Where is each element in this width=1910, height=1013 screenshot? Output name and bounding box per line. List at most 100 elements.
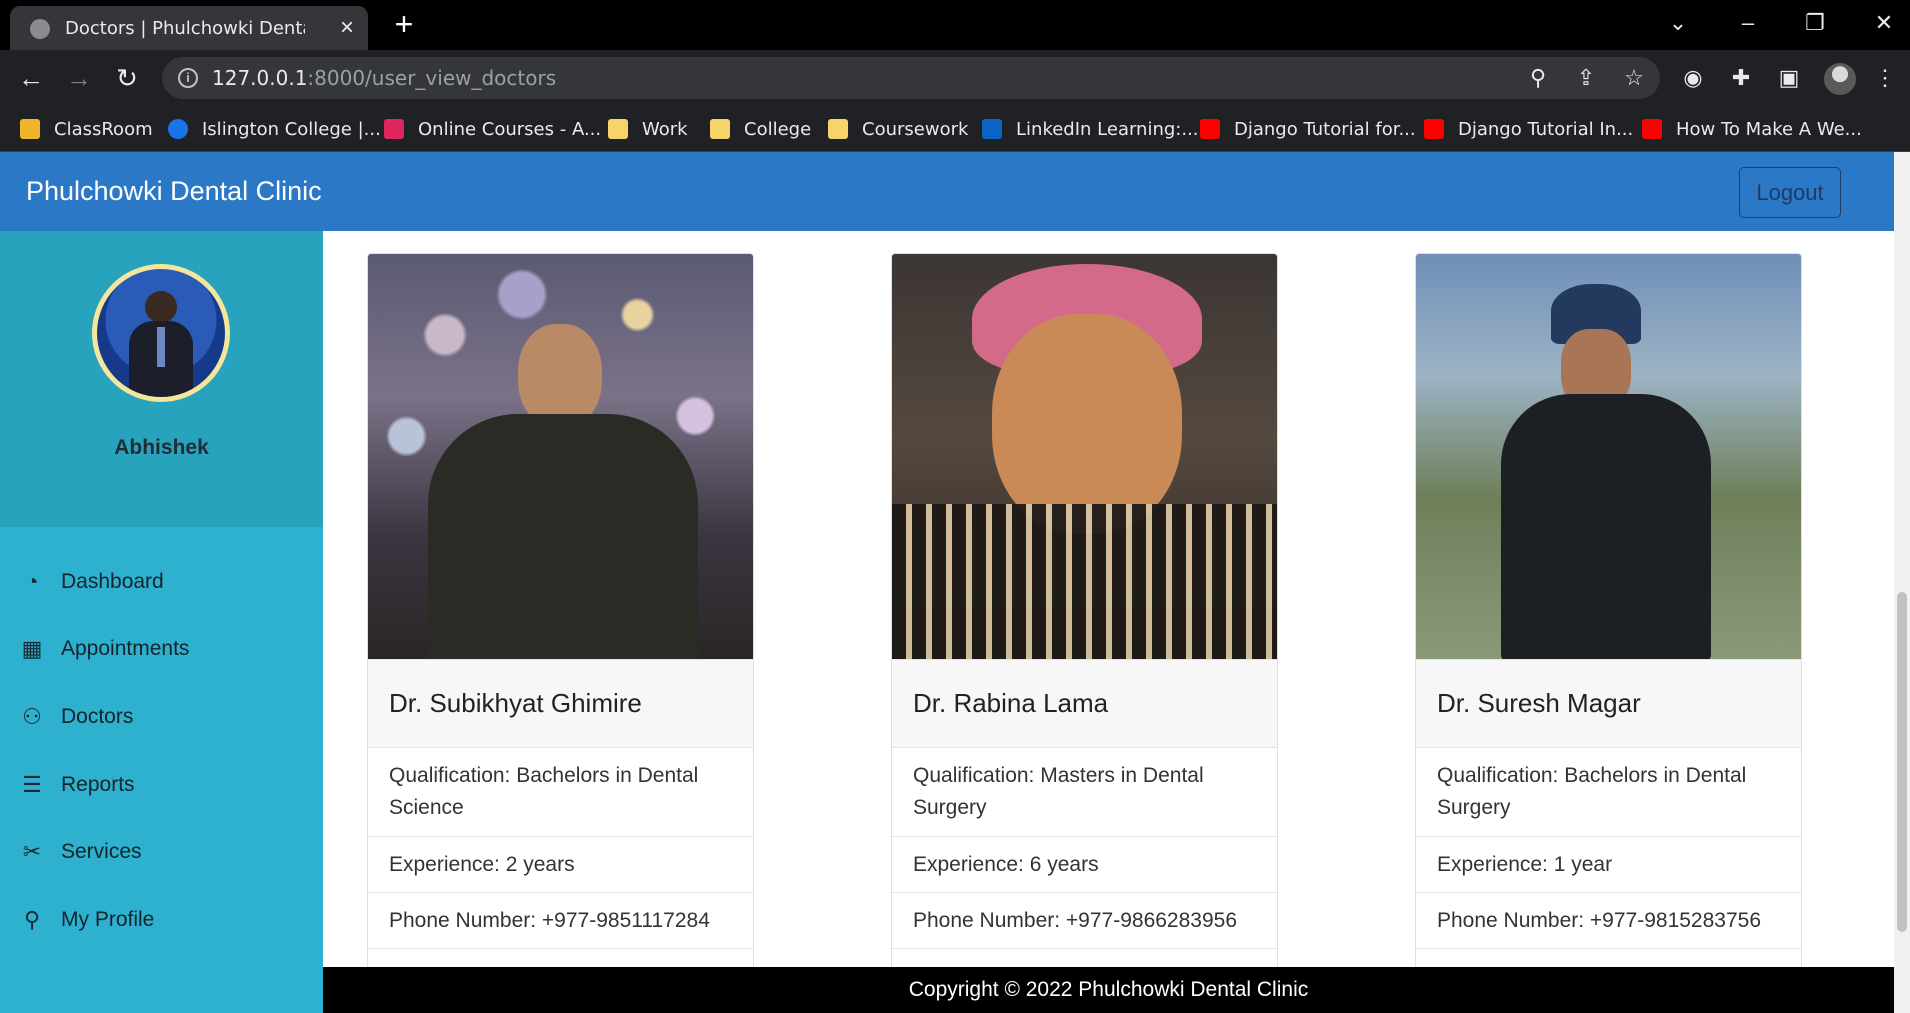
sidebar-item-label: Dashboard — [61, 570, 164, 593]
bookmark-folder[interactable]: College — [710, 116, 811, 142]
reload-icon[interactable]: ↻ — [110, 62, 144, 96]
calendar-icon: ▦ — [21, 636, 43, 661]
doctor-experience: Experience: 2 years — [368, 837, 753, 893]
info-icon[interactable]: i — [178, 68, 198, 88]
avatar-tie — [157, 327, 165, 367]
url-text[interactable]: 127.0.0.1:8000/user_view_doctors — [212, 66, 556, 90]
sidebar-item-appointments[interactable]: ▦ Appointments — [0, 624, 323, 674]
doctor-photo — [1416, 254, 1801, 659]
doctor-name: Dr. Subikhyat Ghimire — [389, 688, 642, 718]
bookmark-item[interactable]: LinkedIn Learning:... — [982, 116, 1199, 142]
doctors-content: Dr. Subikhyat Ghimire Qualification: Bac… — [323, 231, 1894, 1013]
folder-icon — [608, 119, 628, 139]
browser-tab[interactable]: Doctors | Phulchowki Dental Care × — [10, 6, 368, 50]
side-panel-icon[interactable]: ▣ — [1774, 63, 1804, 93]
folder-icon — [828, 119, 848, 139]
globe-icon — [30, 19, 50, 39]
menu-kebab-icon[interactable]: ⋮ — [1870, 63, 1900, 93]
bookmark-item[interactable]: Django Tutorial for... — [1200, 116, 1416, 142]
doctor-experience: Experience: 1 year — [1416, 837, 1801, 893]
bookmark-folder[interactable]: Coursework — [828, 116, 968, 142]
sidebar-item-services[interactable]: ✂ Services — [0, 827, 323, 877]
doctor-photo — [892, 254, 1277, 659]
bookmark-favicon-icon — [168, 119, 188, 139]
footer: Copyright © 2022 Phulchowki Dental Clini… — [323, 967, 1894, 1013]
avatar — [92, 264, 230, 402]
sidebar-item-label: My Profile — [61, 908, 155, 931]
sidebar-item-doctors[interactable]: ⚇ Doctors — [0, 692, 323, 742]
minimize-icon[interactable]: – — [1730, 8, 1766, 38]
browser-tab-strip: Doctors | Phulchowki Dental Care × + ⌄ –… — [0, 0, 1910, 50]
tools-icon: ✂ — [22, 839, 42, 864]
doctor-photo-jacket — [428, 414, 698, 659]
sidebar-item-label: Doctors — [61, 705, 134, 728]
doctor-photo-jacket — [1501, 394, 1711, 659]
zoom-icon[interactable]: ⚲ — [1524, 65, 1552, 91]
youtube-icon — [1424, 119, 1444, 139]
doctor-card: Dr. Subikhyat Ghimire Qualification: Bac… — [367, 253, 754, 993]
tab-title: Doctors | Phulchowki Dental Care — [65, 18, 305, 39]
sidebar-item-label: Reports — [61, 773, 135, 796]
page-viewport: Phulchowki Dental Clinic Logout Abhishek… — [0, 152, 1910, 1013]
sidebar-item-label: Appointments — [61, 637, 190, 660]
doctor-name: Dr. Suresh Magar — [1437, 688, 1641, 718]
close-tab-icon[interactable]: × — [334, 15, 360, 41]
sidebar-item-label: Services — [61, 840, 142, 863]
bookmark-item[interactable]: ClassRoom — [20, 116, 153, 142]
logout-button[interactable]: Logout — [1739, 167, 1841, 218]
doctor-photo — [368, 254, 753, 659]
top-navbar: Phulchowki Dental Clinic Logout — [0, 152, 1894, 231]
new-tab-icon[interactable]: + — [388, 8, 420, 41]
doctor-phone: Phone Number: +977-9851117284 — [368, 893, 753, 949]
page-scrollbar[interactable] — [1894, 152, 1910, 1013]
extension-spy-icon[interactable]: ◉ — [1678, 63, 1708, 93]
address-bar[interactable]: i 127.0.0.1:8000/user_view_doctors ⚲ ⇪ ☆ — [162, 57, 1660, 99]
doctor-photo-sweater — [892, 504, 1277, 659]
forward-icon[interactable]: → — [62, 62, 96, 96]
scrollbar-thumb[interactable] — [1897, 592, 1907, 932]
bookmark-folder[interactable]: Work — [608, 116, 688, 142]
profile-avatar-icon[interactable] — [1824, 63, 1856, 95]
doctor-card-header: Dr. Suresh Magar — [1416, 659, 1801, 748]
bookmark-item[interactable]: Islington College |... — [168, 116, 381, 142]
sidebar-item-my-profile[interactable]: ⚲ My Profile — [0, 895, 323, 945]
dashboard-icon: ◔ — [25, 569, 39, 594]
doctor-name: Dr. Rabina Lama — [913, 688, 1109, 718]
extensions-puzzle-icon[interactable]: ✚ — [1726, 63, 1756, 93]
bookmark-favicon-icon — [982, 119, 1002, 139]
bookmark-star-icon[interactable]: ☆ — [1620, 65, 1648, 91]
youtube-icon — [1200, 119, 1220, 139]
bookmark-item[interactable]: How To Make A We... — [1642, 116, 1862, 142]
doctor-card-header: Dr. Subikhyat Ghimire — [368, 659, 753, 748]
doctor-experience: Experience: 6 years — [892, 837, 1277, 893]
avatar-head — [145, 291, 177, 323]
sidebar: Abhishek ◔ Dashboard ▦ Appointments ⚇ Do… — [0, 231, 323, 1013]
sidebar-item-dashboard[interactable]: ◔ Dashboard — [0, 557, 323, 607]
doctor-photo-head — [518, 324, 602, 428]
back-icon[interactable]: ← — [14, 62, 48, 96]
share-icon[interactable]: ⇪ — [1572, 65, 1600, 91]
restore-icon[interactable]: ❐ — [1797, 8, 1833, 38]
doctor-qualification: Qualification: Bachelors in Dental Surge… — [1416, 748, 1801, 837]
doctor-card-header: Dr. Rabina Lama — [892, 659, 1277, 748]
person-icon: ⚲ — [23, 907, 41, 932]
sidebar-item-reports[interactable]: ☰ Reports — [0, 760, 323, 810]
sidebar-username: Abhishek — [114, 436, 209, 459]
doctor-qualification: Qualification: Masters in Dental Surgery — [892, 748, 1277, 837]
doctor-card: Dr. Rabina Lama Qualification: Masters i… — [891, 253, 1278, 993]
doctor-phone: Phone Number: +977-9815283756 — [1416, 893, 1801, 949]
brand-title[interactable]: Phulchowki Dental Clinic — [26, 176, 322, 207]
doctor-phone: Phone Number: +977-9866283956 — [892, 893, 1277, 949]
window-close-icon[interactable]: ✕ — [1866, 8, 1902, 38]
browser-toolbar: ← → ↻ i 127.0.0.1:8000/user_view_doctors… — [0, 50, 1910, 106]
bookmark-item[interactable]: Django Tutorial In... — [1424, 116, 1633, 142]
bookmark-item[interactable]: Online Courses - A... — [384, 116, 601, 142]
tab-search-icon[interactable]: ⌄ — [1660, 8, 1696, 38]
people-icon: ⚇ — [22, 704, 42, 729]
bookmark-favicon-icon — [20, 119, 40, 139]
report-icon: ☰ — [22, 772, 42, 797]
bookmarks-bar: ClassRoom Islington College |... Online … — [0, 106, 1910, 152]
bookmark-favicon-icon — [384, 119, 404, 139]
doctor-photo-face — [992, 314, 1182, 534]
doctor-card: Dr. Suresh Magar Qualification: Bachelor… — [1415, 253, 1802, 993]
